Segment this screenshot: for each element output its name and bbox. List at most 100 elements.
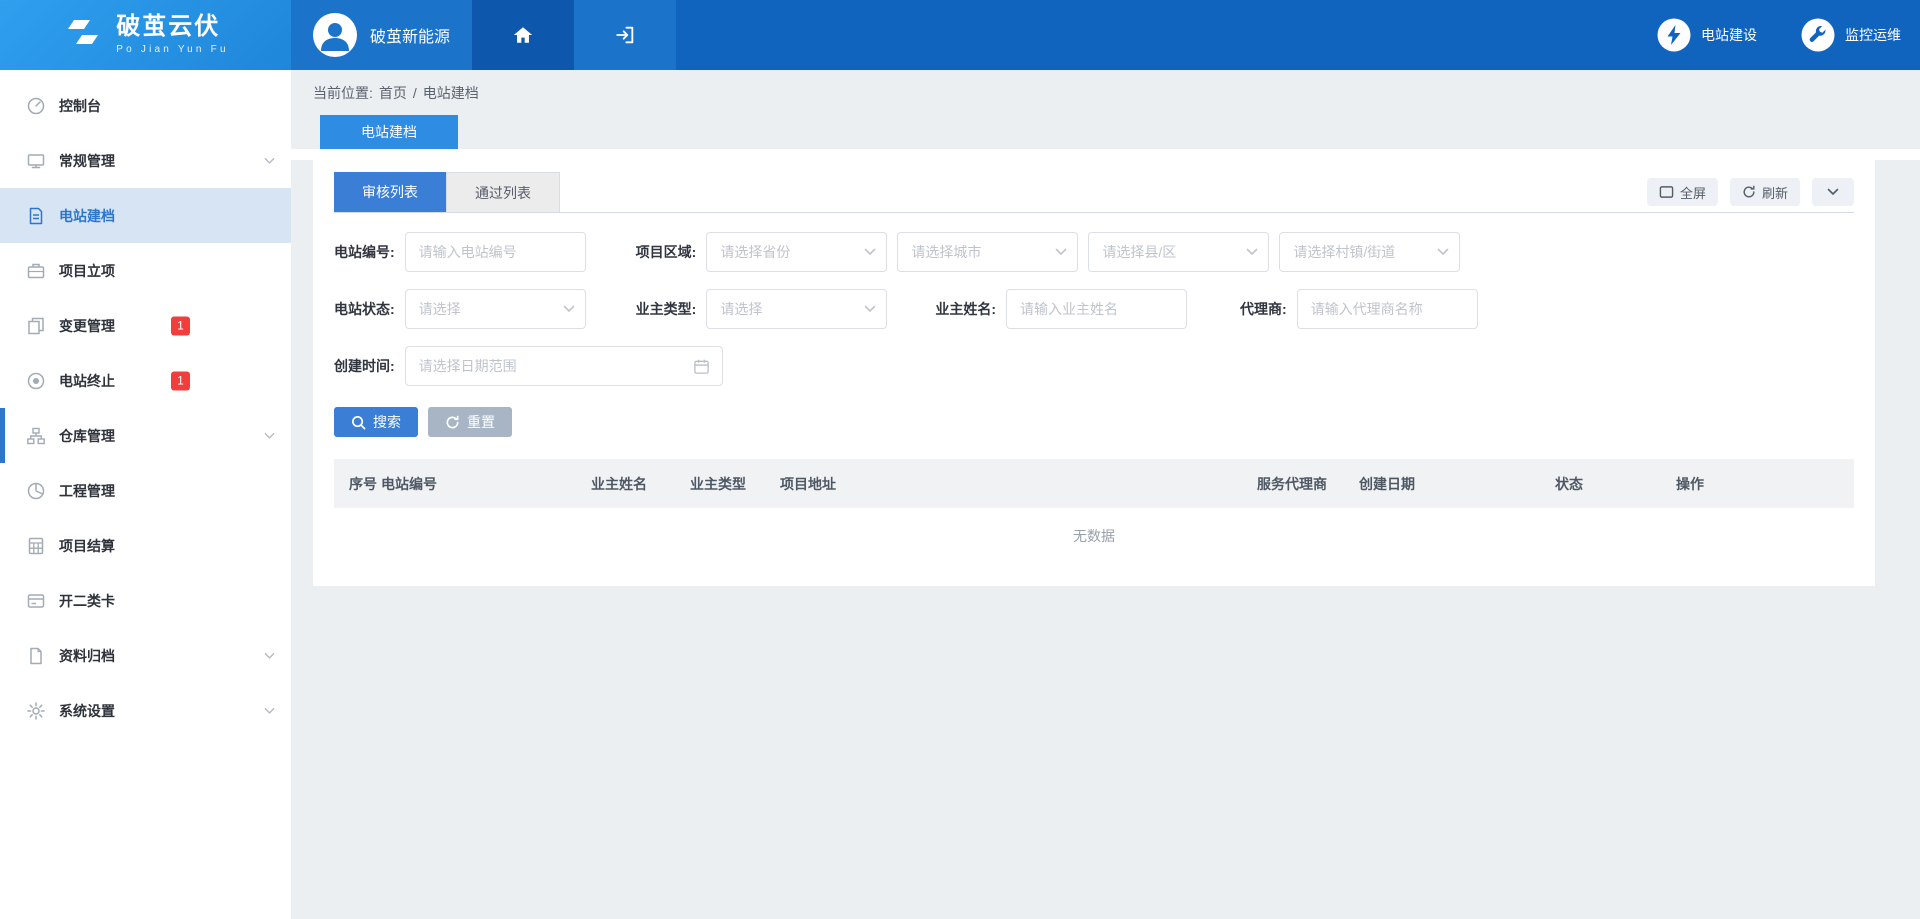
th-station-no: 电站编号 <box>381 474 591 494</box>
home-button[interactable] <box>472 0 574 70</box>
sidebar-item-open-card[interactable]: 开二类卡 <box>0 573 291 628</box>
user-menu[interactable]: 破茧新能源 <box>291 0 472 70</box>
content-panel: 审核列表 通过列表 全屏 刷新 <box>313 160 1875 586</box>
chevron-down-icon <box>1437 248 1449 256</box>
monitor-icon <box>26 151 46 171</box>
nav-monitor-ops-label: 监控运维 <box>1845 25 1901 45</box>
sidebar-item-label: 仓库管理 <box>59 426 115 446</box>
table-empty-state: 无数据 <box>334 508 1854 563</box>
file-icon <box>26 646 46 666</box>
gauge-icon <box>26 96 46 116</box>
county-select[interactable]: 请选择县/区 <box>1088 232 1269 272</box>
sidebar-item-label: 电站建档 <box>59 206 115 226</box>
reset-icon <box>445 415 460 430</box>
th-index: 序号 <box>349 474 381 494</box>
tab-bar-underline <box>291 149 1920 160</box>
nav-station-build[interactable]: 电站建设 <box>1657 0 1757 70</box>
th-owner-name: 业主姓名 <box>591 474 690 494</box>
search-label: 搜索 <box>373 412 401 432</box>
fullscreen-label: 全屏 <box>1680 183 1706 202</box>
sidebar-item-label: 变更管理 <box>59 316 115 336</box>
date-range-value: 请选择日期范围 <box>419 356 517 376</box>
province-select-value: 请选择省份 <box>720 242 790 262</box>
date-range-picker[interactable]: 请选择日期范围 <box>405 346 723 386</box>
list-tabs-row: 审核列表 通过列表 全屏 刷新 <box>334 160 1854 213</box>
sidebar-item-engineering-mgmt[interactable]: 工程管理 <box>0 463 291 518</box>
sidebar-item-station-archive[interactable]: 电站建档 <box>0 188 291 243</box>
th-project-address: 项目地址 <box>780 474 1257 494</box>
owner-type-label: 业主类型: <box>636 299 697 319</box>
owner-type-select-value: 请选择 <box>720 299 762 319</box>
station-no-label: 电站编号: <box>334 242 395 262</box>
chevron-down-icon <box>1246 248 1258 256</box>
brand-subtitle: Po Jian Yun Fu <box>116 45 228 55</box>
brand-logo-icon <box>62 15 104 56</box>
breadcrumb-home[interactable]: 首页 <box>379 83 407 103</box>
sidebar-item-label: 项目结算 <box>59 536 115 556</box>
page-tab-bar: 电站建档 <box>291 115 1920 149</box>
province-select[interactable]: 请选择省份 <box>706 232 887 272</box>
chevron-down-icon <box>1055 248 1067 256</box>
chevron-down-icon <box>264 157 275 165</box>
chevron-down-icon <box>563 305 575 313</box>
wrench-icon <box>1801 18 1835 52</box>
refresh-button[interactable]: 刷新 <box>1730 178 1800 206</box>
sidebar-item-project-settlement[interactable]: 项目结算 <box>0 518 291 573</box>
sidebar-item-label: 控制台 <box>59 96 101 116</box>
breadcrumb-prefix: 当前位置: <box>313 83 373 103</box>
sidebar-item-label: 开二类卡 <box>59 591 115 611</box>
search-button[interactable]: 搜索 <box>334 407 418 437</box>
card-icon <box>26 591 46 611</box>
agent-input[interactable] <box>1297 289 1478 329</box>
top-header: 破茧云伏 Po Jian Yun Fu 破茧新能源 <box>0 0 1920 70</box>
page-tab-station-archive[interactable]: 电站建档 <box>320 115 458 149</box>
breadcrumb-current: 电站建档 <box>423 83 479 103</box>
owner-type-select[interactable]: 请选择 <box>706 289 887 329</box>
gear-icon <box>26 701 46 721</box>
table-header: 序号 电站编号 业主姓名 业主类型 项目地址 服务代理商 创建日期 状态 操作 <box>334 459 1854 508</box>
stop-circle-icon <box>26 371 46 391</box>
town-select-value: 请选择村镇/街道 <box>1293 242 1395 262</box>
filter-row-3: 创建时间: 请选择日期范围 <box>334 346 1854 386</box>
header-nav: 破茧新能源 电站建设 <box>291 0 1920 70</box>
logout-button[interactable] <box>574 0 676 70</box>
filter-actions: 搜索 重置 <box>334 407 1854 437</box>
th-status: 状态 <box>1555 474 1676 494</box>
fullscreen-icon <box>1659 185 1674 199</box>
tab-review-list[interactable]: 审核列表 <box>334 172 446 212</box>
sidebar-item-data-archive[interactable]: 资料归档 <box>0 628 291 683</box>
fullscreen-button[interactable]: 全屏 <box>1647 178 1718 206</box>
chevron-down-icon <box>864 248 876 256</box>
agent-label: 代理商: <box>1240 299 1287 319</box>
sidebar-item-project-initiation[interactable]: 项目立项 <box>0 243 291 298</box>
owner-name-input[interactable] <box>1006 289 1187 329</box>
county-select-value: 请选择县/区 <box>1102 242 1176 262</box>
nav-station-build-label: 电站建设 <box>1701 25 1757 45</box>
th-owner-type: 业主类型 <box>690 474 780 494</box>
city-select[interactable]: 请选择城市 <box>897 232 1078 272</box>
tab-passed-list[interactable]: 通过列表 <box>446 172 560 212</box>
breadcrumb: 当前位置: 首页 / 电站建档 <box>291 70 1920 115</box>
th-create-date: 创建日期 <box>1359 474 1555 494</box>
sidebar-item-change-mgmt[interactable]: 变更管理 1 <box>0 298 291 353</box>
reset-button[interactable]: 重置 <box>428 407 512 437</box>
sidebar-item-station-termination[interactable]: 电站终止 1 <box>0 353 291 408</box>
briefcase-icon <box>26 261 46 281</box>
brand-title: 破茧云伏 <box>116 15 228 39</box>
station-no-input[interactable] <box>405 232 586 272</box>
th-service-agent: 服务代理商 <box>1257 474 1359 494</box>
town-select[interactable]: 请选择村镇/街道 <box>1279 232 1460 272</box>
station-status-select[interactable]: 请选择 <box>405 289 586 329</box>
brand-text: 破茧云伏 Po Jian Yun Fu <box>116 15 228 55</box>
sidebar-item-warehouse-mgmt[interactable]: 仓库管理 <box>0 408 291 463</box>
sidebar-item-general-mgmt[interactable]: 常规管理 <box>0 133 291 188</box>
collapse-panel-button[interactable] <box>1812 178 1854 206</box>
lightning-icon <box>1657 18 1691 52</box>
create-time-label: 创建时间: <box>334 356 395 376</box>
sidebar-item-label: 工程管理 <box>59 481 115 501</box>
chevron-down-icon <box>264 707 275 715</box>
sidebar-item-console[interactable]: 控制台 <box>0 78 291 133</box>
sidebar-item-label: 电站终止 <box>59 371 115 391</box>
nav-monitor-ops[interactable]: 监控运维 <box>1801 0 1901 70</box>
sidebar-item-system-settings[interactable]: 系统设置 <box>0 683 291 738</box>
